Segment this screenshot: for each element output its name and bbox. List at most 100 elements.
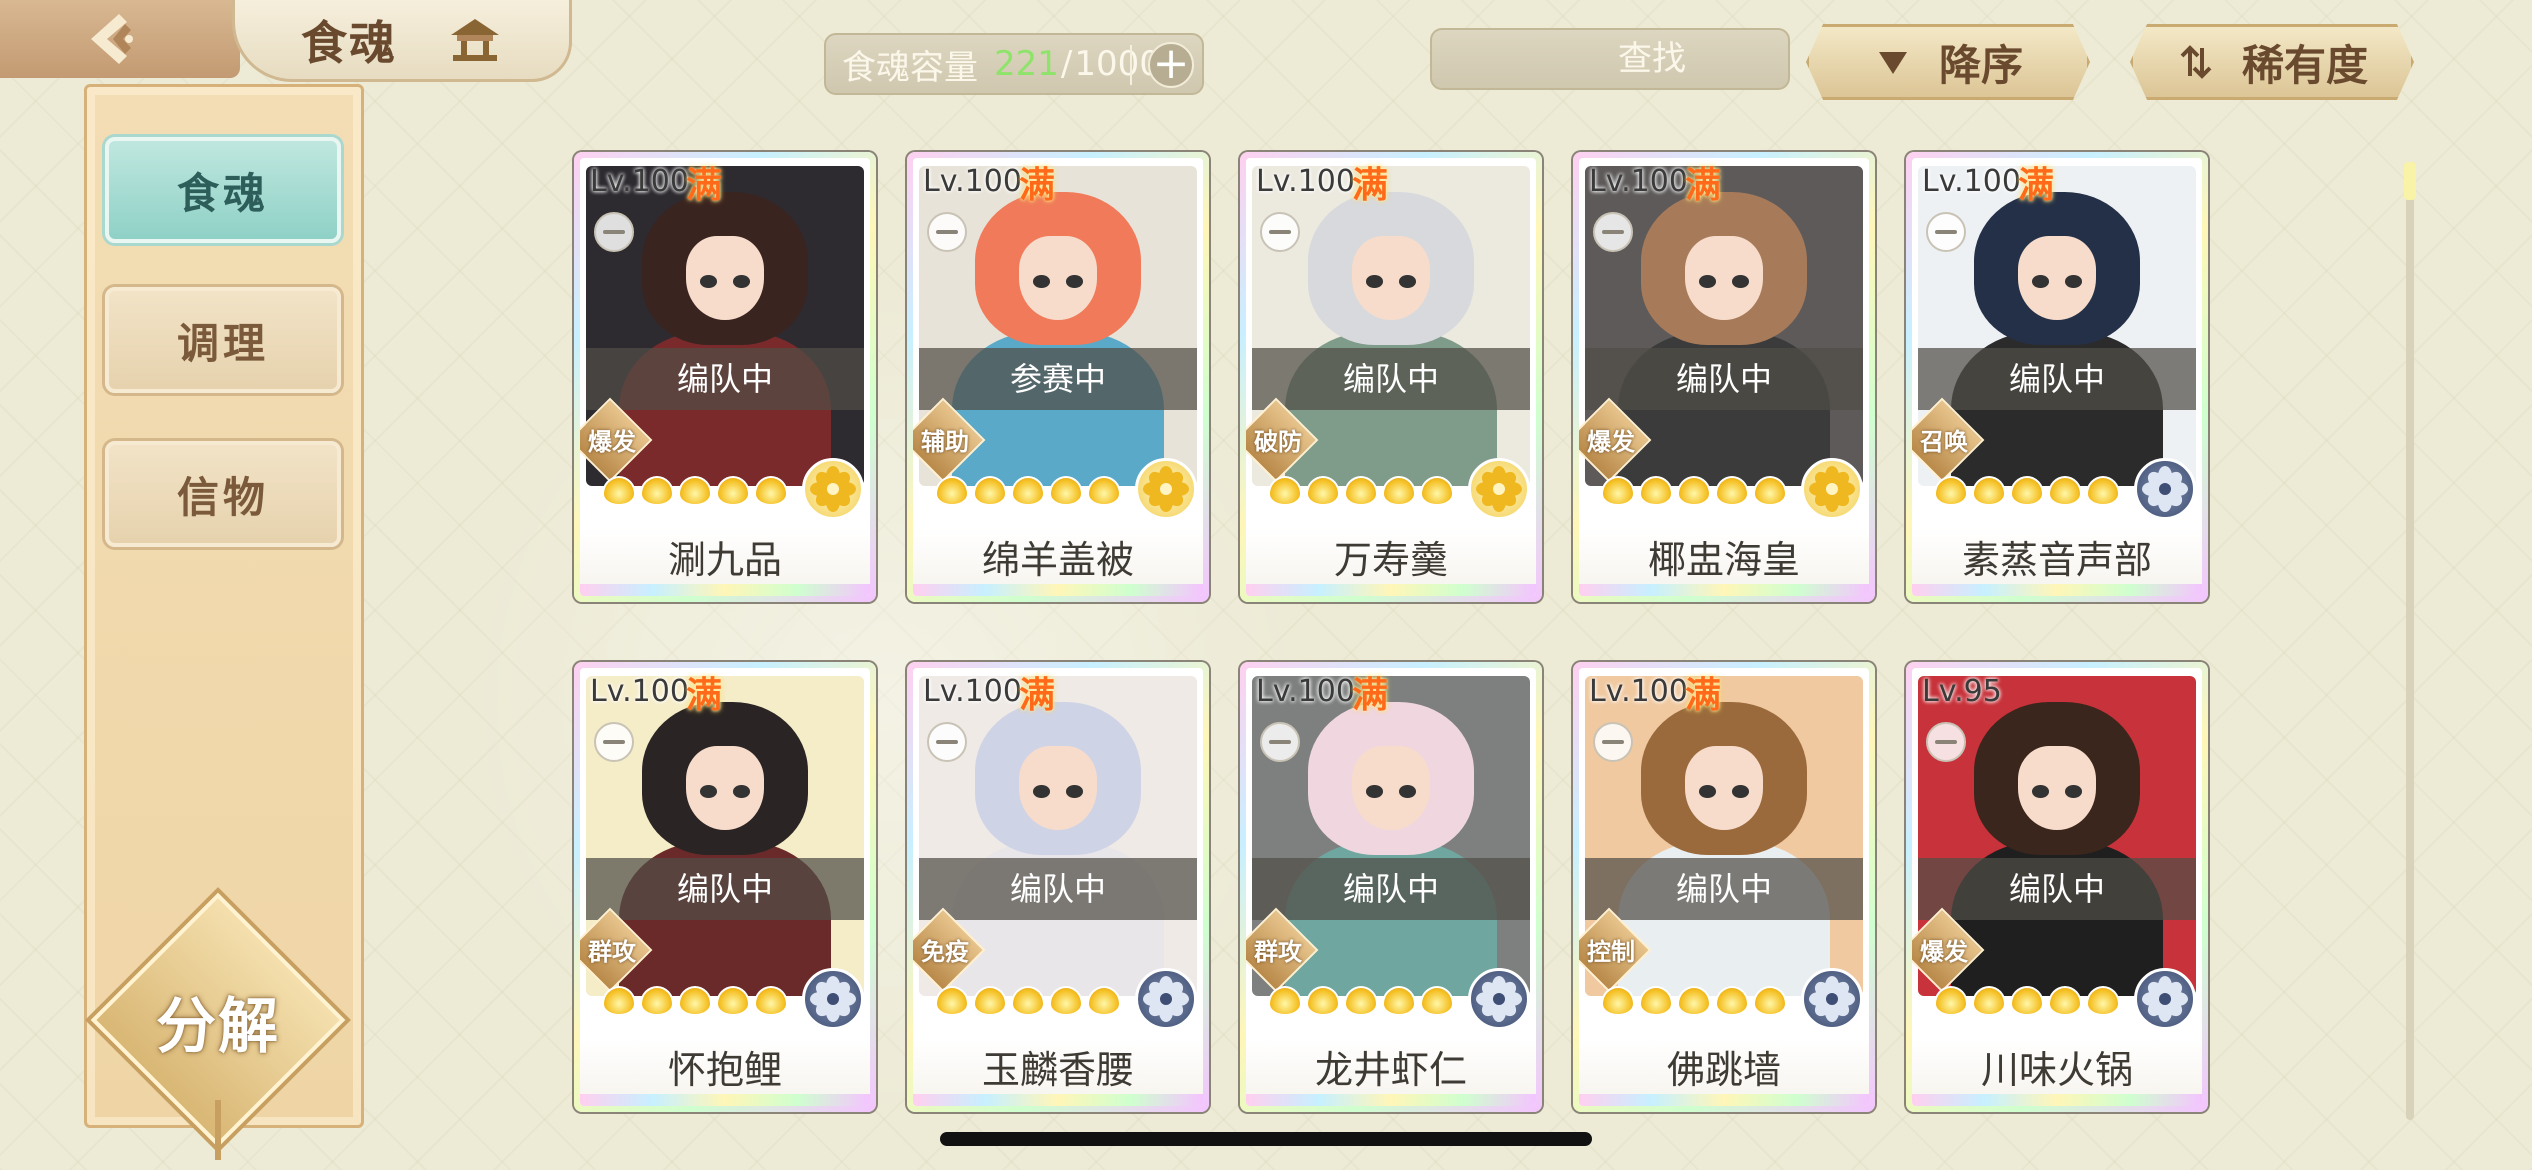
level-label: Lv.100 (590, 164, 689, 199)
rainbow-border (1246, 584, 1536, 596)
lock-icon[interactable] (1260, 212, 1300, 252)
gold-flower-icon (1135, 458, 1197, 520)
lock-icon[interactable] (594, 212, 634, 252)
lock-icon[interactable] (1926, 212, 1966, 252)
star-rating (602, 476, 788, 506)
portrait-eye (1066, 274, 1083, 288)
search-input[interactable] (1440, 39, 1864, 79)
card-inner: Lv.100 满 编队中 免疫 玉麟香腰 (913, 668, 1203, 1106)
level-label: Lv.100 (923, 164, 1022, 199)
lock-icon[interactable] (927, 212, 967, 252)
star-flame-icon (2010, 986, 2044, 1016)
lock-icon[interactable] (1926, 722, 1966, 762)
gold-flower-icon (1468, 458, 1530, 520)
tab-cultivate[interactable]: 调理 (105, 287, 341, 393)
food-soul-card[interactable]: Lv.100 满 编队中 免疫 玉麟香腰 (907, 662, 1209, 1112)
food-soul-card[interactable]: Lv.100 满 编队中 控制 佛跳墙 (1573, 662, 1875, 1112)
card-name: 川味火锅 (1912, 1038, 2202, 1102)
card-name: 绵羊盖被 (913, 528, 1203, 592)
star-flame-icon (973, 476, 1007, 506)
star-flame-icon (602, 986, 636, 1016)
card-inner: Lv.100 满 编队中 爆发 (580, 158, 870, 596)
food-soul-card[interactable]: Lv.95 编队中 爆发 川味火锅 (1906, 662, 2208, 1112)
card-name: 椰盅海皇 (1579, 528, 1869, 592)
tab-keepsake[interactable]: 信物 (105, 441, 341, 547)
lock-icon[interactable] (594, 722, 634, 762)
portrait-face (1019, 746, 1097, 830)
scrollbar[interactable] (2406, 162, 2414, 1120)
star-rating (1934, 986, 2120, 1016)
portrait-face (686, 746, 764, 830)
role-label: 破防 (1254, 428, 1302, 456)
star-flame-icon (1344, 986, 1378, 1016)
status-label: 参赛中 (919, 348, 1197, 410)
star-flame-icon (1639, 476, 1673, 506)
portrait-eye (1399, 274, 1416, 288)
blue-flower-icon (1468, 968, 1530, 1030)
tab-label: 信物 (176, 472, 269, 522)
blue-flower-icon (1135, 968, 1197, 1030)
lock-icon[interactable] (1593, 212, 1633, 252)
star-flame-icon (973, 986, 1007, 1016)
card-name: 万寿羹 (1246, 528, 1536, 592)
scrollbar-thumb[interactable] (2404, 162, 2416, 200)
portrait-eye (733, 784, 750, 798)
swap-icon (2180, 45, 2212, 79)
food-soul-card[interactable]: Lv.100 满 编队中 群攻 (1240, 662, 1542, 1112)
star-flame-icon (1753, 476, 1787, 506)
role-label: 爆发 (1587, 428, 1635, 456)
card-inner: Lv.100 满 编队中 召唤 素蒸音声部 (1912, 158, 2202, 596)
food-soul-card[interactable]: Lv.100 满 编队中 召唤 素蒸音声部 (1906, 152, 2208, 602)
max-level-badge: 满 (1352, 164, 1389, 206)
portrait-eye (1698, 274, 1716, 288)
home-indicator[interactable] (940, 1132, 1592, 1146)
food-soul-card[interactable]: Lv.100 满 参赛中 辅助 绵羊盖被 (907, 152, 1209, 602)
max-level-badge: 满 (686, 164, 723, 206)
tab-food-soul[interactable]: 食魂 (105, 137, 341, 243)
tassel-decoration (215, 1100, 221, 1160)
add-capacity-button[interactable]: + (1148, 42, 1194, 88)
status-label: 编队中 (1252, 858, 1530, 920)
portrait-face (686, 236, 764, 320)
lock-icon[interactable] (927, 722, 967, 762)
sort-rarity-button[interactable]: 稀有度 (2130, 24, 2414, 100)
search-box[interactable]: ✕ (1430, 28, 1899, 90)
star-rating (935, 476, 1121, 506)
role-label: 群攻 (1254, 938, 1302, 966)
star-rating (1934, 476, 2120, 506)
portrait-eye (1066, 784, 1083, 798)
card-inner: Lv.100 满 编队中 群攻 (580, 668, 870, 1106)
portrait-eye (1732, 274, 1749, 288)
portrait-eye (1032, 274, 1050, 288)
star-flame-icon (1934, 986, 1968, 1016)
rainbow-border (1246, 1094, 1536, 1106)
portrait-eye (1365, 274, 1383, 288)
back-button[interactable] (0, 0, 240, 78)
pavilion-icon[interactable] (447, 17, 503, 63)
level-label: Lv.100 (1256, 674, 1355, 709)
lock-icon[interactable] (1593, 722, 1633, 762)
rainbow-border (1579, 584, 1869, 596)
decompose-label: 分解 (156, 992, 280, 1062)
portrait-eye (2065, 784, 2082, 798)
portrait-eye (1399, 784, 1416, 798)
food-soul-card[interactable]: Lv.100 满 编队中 爆发 (1573, 152, 1875, 602)
rainbow-border (580, 584, 870, 596)
star-flame-icon (935, 986, 969, 1016)
sort-order-button[interactable]: 降序 (1806, 24, 2090, 100)
lock-icon[interactable] (1260, 722, 1300, 762)
food-soul-card[interactable]: Lv.100 满 编队中 爆发 (574, 152, 876, 602)
food-soul-card[interactable]: Lv.100 满 编队中 群攻 (574, 662, 876, 1112)
portrait-eye (1365, 784, 1383, 798)
star-flame-icon (1715, 986, 1749, 1016)
food-soul-card[interactable]: Lv.100 满 编队中 破防 万寿羹 (1240, 152, 1542, 602)
status-label: 编队中 (1585, 348, 1863, 410)
star-flame-icon (1049, 986, 1083, 1016)
status-label: 编队中 (586, 348, 864, 410)
star-flame-icon (1972, 986, 2006, 1016)
sort-order-label: 降序 (1938, 40, 2023, 90)
rainbow-border (913, 584, 1203, 596)
rainbow-border (913, 1094, 1203, 1106)
star-flame-icon (1677, 476, 1711, 506)
star-flame-icon (1677, 986, 1711, 1016)
